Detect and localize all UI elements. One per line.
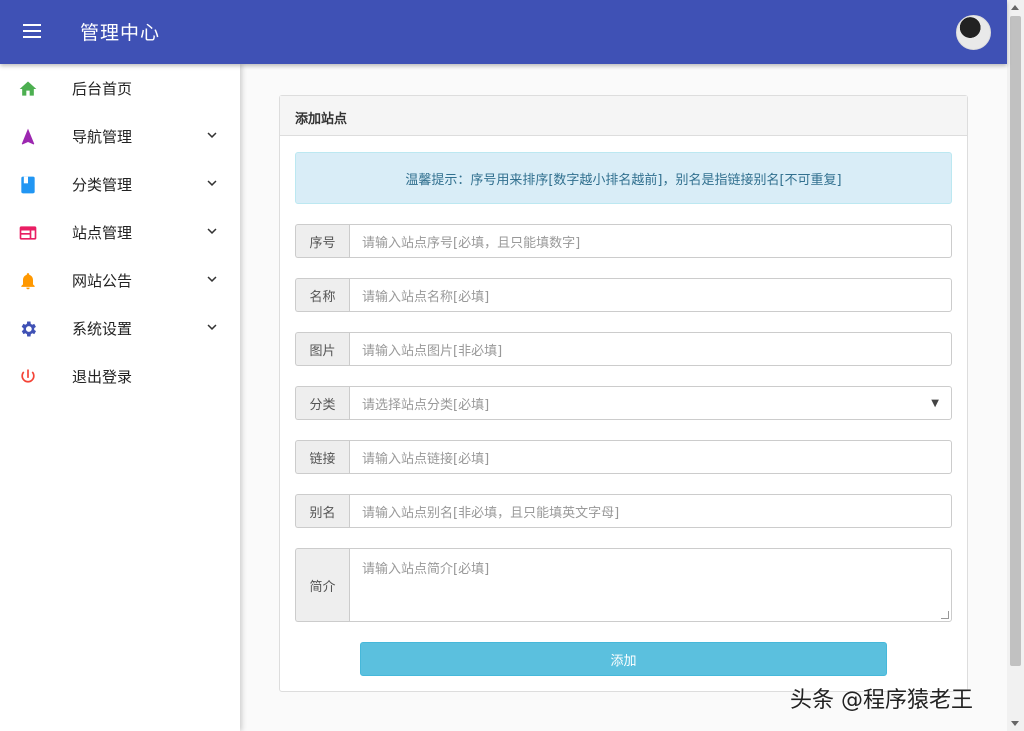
image-row: 图片 请输入站点图片[非必填] bbox=[295, 332, 952, 366]
sidebar-item-announcement[interactable]: 网站公告 bbox=[0, 256, 240, 304]
book-icon bbox=[17, 174, 39, 196]
add-button[interactable]: 添加 bbox=[360, 642, 887, 676]
sidebar-item-label: 导航管理 bbox=[72, 128, 133, 146]
alias-row: 别名 请输入站点别名[非必填，且只能填英文字母] bbox=[295, 494, 952, 528]
bell-icon bbox=[17, 270, 39, 292]
order-input[interactable]: 请输入站点序号[必填，且只能填数字] bbox=[349, 224, 952, 258]
sidebar-item-label: 网站公告 bbox=[72, 272, 133, 290]
alias-label: 别名 bbox=[295, 494, 349, 528]
intro-textarea[interactable]: 请输入站点简介[必填] bbox=[349, 548, 952, 622]
chevron-down-icon bbox=[203, 174, 221, 192]
sidebar-item-logout[interactable]: 退出登录 bbox=[0, 352, 240, 400]
link-label: 链接 bbox=[295, 440, 349, 474]
app-title: 管理中心 bbox=[80, 22, 161, 44]
sidebar-item-home[interactable]: 后台首页 bbox=[0, 64, 240, 112]
intro-row: 简介 请输入站点简介[必填] bbox=[295, 548, 952, 622]
image-label: 图片 bbox=[295, 332, 349, 366]
info-alert: 温馨提示：序号用来排序[数字越小排名越前]，别名是指链接别名[不可重复] bbox=[295, 152, 952, 204]
chevron-down-icon bbox=[203, 318, 221, 336]
order-row: 序号 请输入站点序号[必填，且只能填数字] bbox=[295, 224, 952, 258]
category-select-value: 请选择站点分类[必填] bbox=[362, 397, 490, 413]
alias-input[interactable]: 请输入站点别名[非必填，且只能填英文字母] bbox=[349, 494, 952, 528]
sidebar-item-label: 退出登录 bbox=[72, 368, 133, 386]
category-row: 分类 请选择站点分类[必填] ▼ bbox=[295, 386, 952, 420]
scroll-up-arrow-icon[interactable] bbox=[1011, 5, 1019, 10]
menu-icon[interactable] bbox=[20, 20, 44, 44]
image-input[interactable]: 请输入站点图片[非必填] bbox=[349, 332, 952, 366]
sidebar-item-label: 后台首页 bbox=[72, 80, 133, 98]
panel-title: 添加站点 bbox=[280, 96, 967, 136]
chevron-down-icon bbox=[203, 222, 221, 240]
link-row: 链接 请输入站点链接[必填] bbox=[295, 440, 952, 474]
sidebar-item-label: 站点管理 bbox=[72, 224, 133, 242]
chevron-down-icon bbox=[203, 126, 221, 144]
link-input[interactable]: 请输入站点链接[必填] bbox=[349, 440, 952, 474]
web-icon bbox=[17, 222, 39, 244]
add-site-panel: 添加站点 温馨提示：序号用来排序[数字越小排名越前]，别名是指链接别名[不可重复… bbox=[279, 95, 968, 692]
navigation-icon bbox=[17, 126, 39, 148]
avatar[interactable] bbox=[956, 15, 991, 50]
main-content: 添加站点 温馨提示：序号用来排序[数字越小排名越前]，别名是指链接别名[不可重复… bbox=[240, 64, 1007, 731]
sidebar-item-navigation[interactable]: 导航管理 bbox=[0, 112, 240, 160]
sidebar-item-label: 系统设置 bbox=[72, 320, 133, 338]
name-row: 名称 请输入站点名称[必填] bbox=[295, 278, 952, 312]
gear-icon bbox=[17, 318, 39, 340]
sidebar-item-label: 分类管理 bbox=[72, 176, 133, 194]
sidebar-item-sites[interactable]: 站点管理 bbox=[0, 208, 240, 256]
name-label: 名称 bbox=[295, 278, 349, 312]
category-select[interactable]: 请选择站点分类[必填] ▼ bbox=[349, 386, 952, 420]
sidebar-item-settings[interactable]: 系统设置 bbox=[0, 304, 240, 352]
order-label: 序号 bbox=[295, 224, 349, 258]
scroll-down-arrow-icon[interactable] bbox=[1011, 721, 1019, 726]
app-header: 管理中心 bbox=[0, 0, 1007, 64]
sidebar: 后台首页 导航管理 分类管理 站点管理 网站公告 系统设置 退出登录 bbox=[0, 64, 240, 731]
watermark: 头条 @程序猿老王 bbox=[790, 688, 973, 713]
scrollbar[interactable] bbox=[1007, 0, 1024, 731]
chevron-down-icon bbox=[203, 270, 221, 288]
caret-down-icon: ▼ bbox=[931, 397, 939, 409]
intro-label: 简介 bbox=[295, 548, 349, 622]
category-label: 分类 bbox=[295, 386, 349, 420]
name-input[interactable]: 请输入站点名称[必填] bbox=[349, 278, 952, 312]
power-icon bbox=[17, 366, 39, 388]
intro-placeholder: 请输入站点简介[必填] bbox=[362, 562, 490, 577]
scroll-thumb[interactable] bbox=[1010, 16, 1021, 666]
resize-handle-icon[interactable] bbox=[941, 611, 949, 619]
sidebar-item-category[interactable]: 分类管理 bbox=[0, 160, 240, 208]
home-icon bbox=[17, 78, 39, 100]
